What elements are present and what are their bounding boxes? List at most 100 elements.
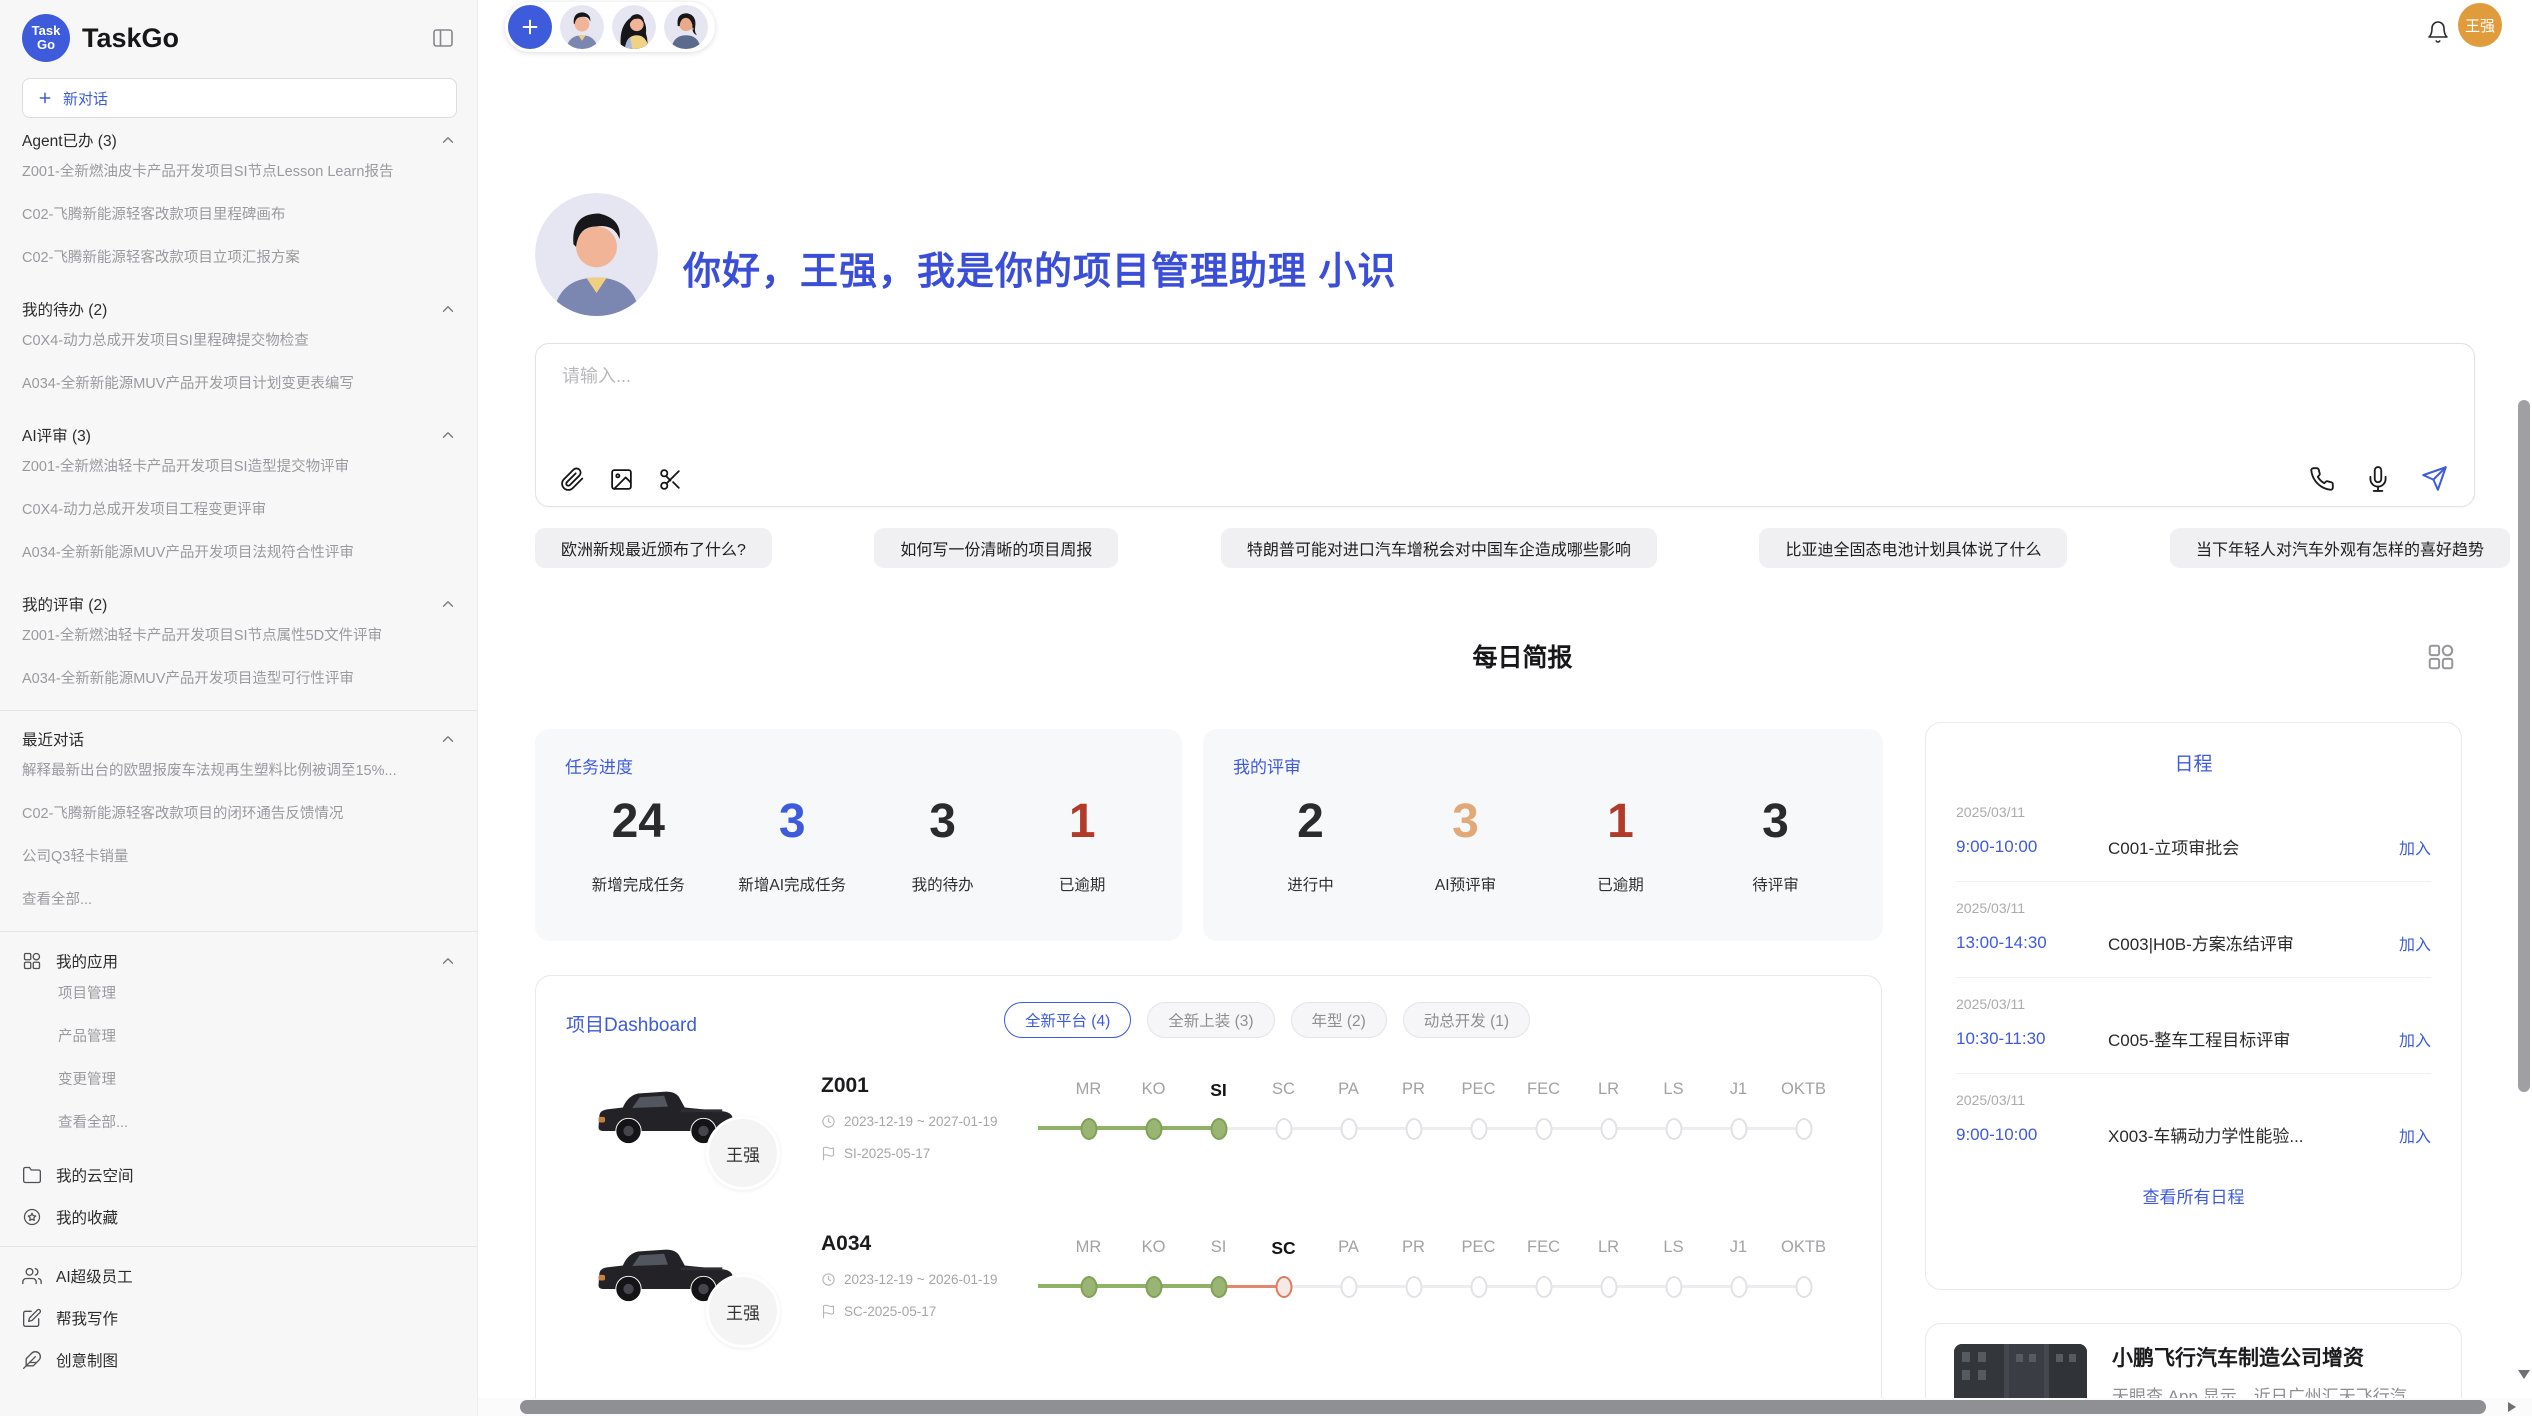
feather-pen-icon: [22, 1350, 42, 1370]
schedule-event-name: C005-整车工程目标评审: [2108, 1026, 2399, 1051]
stat-label: AI预评审: [1423, 873, 1509, 895]
join-meeting-link[interactable]: 加入: [2399, 931, 2431, 955]
filter-chip-model-year[interactable]: 年型 (2): [1291, 1002, 1387, 1038]
suggestion-chip[interactable]: 如何写一份清晰的项目周报: [874, 528, 1118, 568]
user-avatar[interactable]: 王强: [2458, 3, 2502, 47]
app-item-change-management[interactable]: 变更管理: [22, 1068, 457, 1088]
avatar[interactable]: [664, 5, 708, 49]
sidebar-item[interactable]: C02-飞腾新能源轻客改款项目里程碑画布: [22, 203, 457, 223]
milestone-dot: [1535, 1118, 1552, 1140]
milestone-line: [1284, 1285, 1349, 1288]
milestone-label: LS: [1641, 1080, 1706, 1099]
recent-chat-item[interactable]: 解释最新出台的欧盟报废车法规再生塑料比例被调至15%...: [22, 759, 457, 779]
sidebar-item-my-apps[interactable]: 我的应用: [22, 940, 457, 982]
sidebar-item[interactable]: Z001-全新燃油轻卡产品开发项目SI造型提交物评审: [22, 455, 457, 475]
sidebar-item-ai-super-staff[interactable]: AI超级员工: [22, 1255, 457, 1297]
screenshot-button[interactable]: [658, 467, 683, 492]
vertical-scrollbar-thumb[interactable]: [2518, 400, 2530, 1092]
voice-call-button[interactable]: [2309, 466, 2335, 492]
sidebar-item-help-me-write[interactable]: 帮我写作: [22, 1297, 457, 1339]
join-meeting-link[interactable]: 加入: [2399, 1027, 2431, 1051]
sidebar-item[interactable]: A034-全新新能源MUV产品开发项目法规符合性评审: [22, 541, 457, 561]
suggestion-chip[interactable]: 当下年轻人对汽车外观有怎样的喜好趋势: [2170, 528, 2510, 568]
stat-overdue: 1 已逾期: [1039, 794, 1125, 895]
recent-chats-view-all[interactable]: 查看全部...: [22, 888, 457, 908]
milestone-cell: SC: [1251, 1080, 1316, 1150]
attach-image-button[interactable]: [609, 467, 634, 492]
stat-label: 进行中: [1268, 873, 1354, 895]
milestone-line: [1609, 1127, 1674, 1130]
app-item-product-management[interactable]: 产品管理: [22, 1025, 457, 1045]
notification-bell-button[interactable]: [2424, 18, 2452, 46]
sidebar-item[interactable]: C02-飞腾新能源轻客改款项目立项汇报方案: [22, 246, 457, 266]
milestone-dot: [1665, 1276, 1682, 1298]
sidebar-item-creative-drawing[interactable]: 创意制图: [22, 1339, 457, 1381]
sidebar-item[interactable]: A034-全新新能源MUV产品开发项目造型可行性评审: [22, 667, 457, 687]
project-flag-milestone: SI-2025-05-17: [821, 1146, 930, 1161]
stat-value: 3: [1423, 794, 1509, 849]
sidebar-item-my-cloud[interactable]: 我的云空间: [22, 1154, 457, 1196]
milestone-line: [1089, 1284, 1154, 1288]
join-meeting-link[interactable]: 加入: [2399, 835, 2431, 859]
milestone-label: J1: [1706, 1080, 1771, 1099]
stat-label: 已逾期: [1039, 873, 1125, 895]
filter-chip-new-platform[interactable]: 全新平台 (4): [1004, 1002, 1131, 1038]
milestone-cell: J1: [1706, 1238, 1771, 1308]
section-header-ai-review[interactable]: AI评审 (3): [22, 415, 457, 455]
attach-file-button[interactable]: [560, 467, 585, 492]
app-item-project-management[interactable]: 项目管理: [22, 982, 457, 1002]
milestone-cell: LR: [1576, 1080, 1641, 1150]
milestone-dot: [1275, 1276, 1292, 1298]
milestone-line: [1414, 1127, 1479, 1130]
sidebar-item-my-favorites[interactable]: 我的收藏: [22, 1196, 457, 1238]
stat-value: 24: [592, 794, 685, 849]
section-header-my-todo[interactable]: 我的待办 (2): [22, 289, 457, 329]
sidebar-item[interactable]: Z001-全新燃油轻卡产品开发项目SI节点属性5D文件评审: [22, 624, 457, 644]
sidebar-item[interactable]: C0X4-动力总成开发项目工程变更评审: [22, 498, 457, 518]
new-chat-button[interactable]: 新对话: [22, 78, 457, 118]
add-session-button[interactable]: [508, 5, 552, 49]
section-header-agent-done[interactable]: Agent已办 (3): [22, 120, 457, 160]
scroll-right-arrow-icon[interactable]: [2508, 1402, 2516, 1412]
chevron-up-icon: [439, 952, 457, 970]
section-header-recent-chats[interactable]: 最近对话: [22, 719, 457, 759]
sidebar-collapse-button[interactable]: [429, 24, 457, 52]
section-header-my-review[interactable]: 我的评审 (2): [22, 584, 457, 624]
milestone-cell: FEC: [1511, 1238, 1576, 1308]
milestone-label: SC: [1251, 1238, 1316, 1259]
avatar[interactable]: [612, 5, 656, 49]
milestone-track: MR KO SI SC PA PR PEC FEC LR LS J1 OKTB: [1056, 1080, 1836, 1150]
clock-icon: [821, 1114, 836, 1129]
join-meeting-link[interactable]: 加入: [2399, 1123, 2431, 1147]
milestone-cell: PA: [1316, 1238, 1381, 1308]
milestone-label: PA: [1316, 1238, 1381, 1257]
sidebar-item[interactable]: C0X4-动力总成开发项目SI里程碑提交物检查: [22, 329, 457, 349]
milestone-label: MR: [1056, 1080, 1121, 1099]
milestone-label: SC: [1251, 1080, 1316, 1099]
briefing-layout-button[interactable]: [2424, 640, 2458, 674]
project-row[interactable]: 王强 Z001 2023-12-19 ~ 2027-01-19 SI-2025-…: [536, 1064, 1881, 1216]
suggestion-chip[interactable]: 特朗普可能对进口汽车增税会对中国车企造成哪些影响: [1221, 528, 1657, 568]
sidebar-item[interactable]: Z001-全新燃油皮卡产品开发项目SI节点Lesson Learn报告: [22, 160, 457, 180]
avatar[interactable]: [560, 5, 604, 49]
milestone-cell: LS: [1641, 1238, 1706, 1308]
suggestion-chip[interactable]: 比亚迪全固态电池计划具体说了什么: [1759, 528, 2067, 568]
filter-chip-powertrain[interactable]: 动总开发 (1): [1403, 1002, 1530, 1038]
chat-input[interactable]: [562, 362, 2162, 448]
suggestion-chip[interactable]: 欧洲新规最近颁布了什么?: [535, 528, 772, 568]
scroll-down-arrow-icon[interactable]: [2518, 1370, 2530, 1379]
project-row[interactable]: 王强 A034 2023-12-19 ~ 2026-01-19 SC-2025-…: [536, 1222, 1881, 1374]
stat-ai-pre-review: 3 AI预评审: [1423, 794, 1509, 895]
milestone-label: FEC: [1511, 1080, 1576, 1099]
filter-chip-new-top[interactable]: 全新上装 (3): [1147, 1002, 1274, 1038]
horizontal-scrollbar-thumb[interactable]: [520, 1400, 2486, 1414]
send-button[interactable]: [2421, 465, 2448, 492]
apps-view-all[interactable]: 查看全部...: [22, 1111, 457, 1131]
recent-chat-item[interactable]: C02-飞腾新能源轻客改款项目的闭环通告反馈情况: [22, 802, 457, 822]
daily-briefing-title: 每日简报: [535, 638, 2510, 674]
recent-chat-item[interactable]: 公司Q3轻卡销量: [22, 845, 457, 865]
microphone-button[interactable]: [2365, 466, 2391, 492]
sidebar-item[interactable]: A034-全新新能源MUV产品开发项目计划变更表编写: [22, 372, 457, 392]
view-all-schedule-link[interactable]: 查看所有日程: [1956, 1183, 2431, 1208]
creative-drawing-label: 创意制图: [56, 1349, 457, 1371]
